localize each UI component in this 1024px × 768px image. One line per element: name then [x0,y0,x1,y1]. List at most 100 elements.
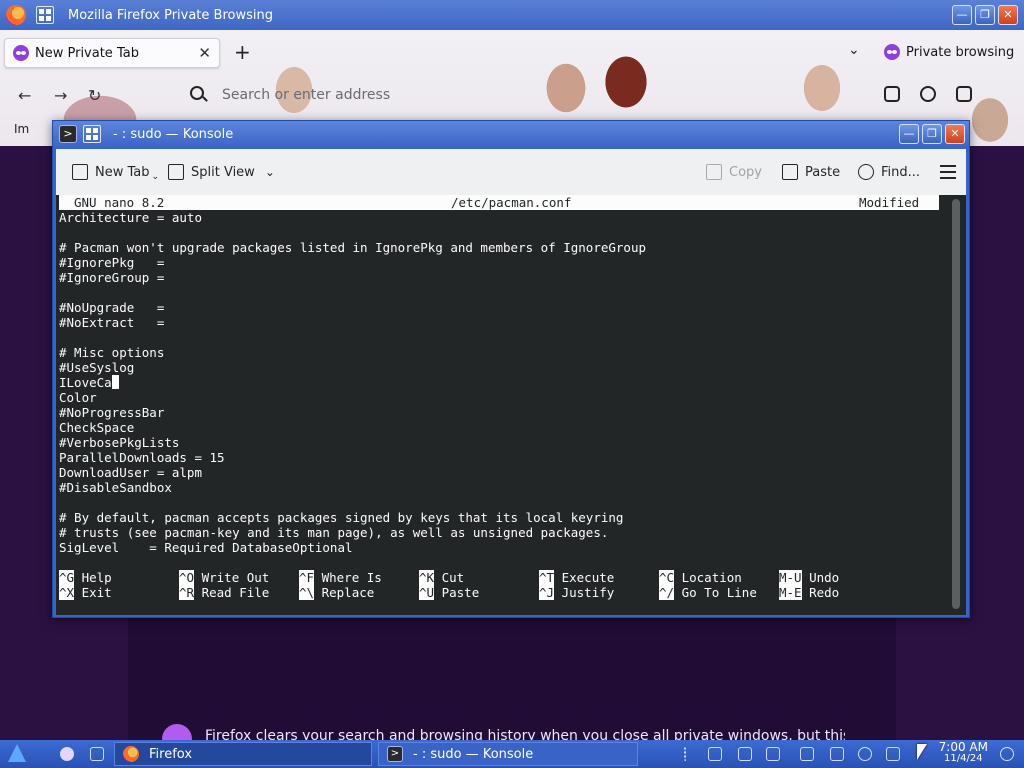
firefox-private-launcher-icon[interactable] [60,747,74,761]
maximize-button[interactable]: ❐ [922,124,942,144]
nano-shortcut: M-E Redo [779,585,839,600]
firefox-window-title: Mozilla Firefox Private Browsing [68,7,273,23]
terminal-scrollbar[interactable] [952,199,960,609]
nano-line: #VerbosePkgLists [59,435,180,450]
nano-shortcut-key: M-U [779,570,802,585]
konsole-window[interactable]: > - : sudo — Konsole — ❐ ✕ New Tab ⌄ Spl… [52,120,970,618]
window-menu-icon[interactable] [36,6,54,24]
tab-close-icon[interactable]: ✕ [198,44,211,62]
taskbar-task-label: Firefox [149,746,193,762]
maximize-button[interactable]: ❐ [975,5,995,25]
show-desktop-icon[interactable] [1000,747,1014,761]
nano-shortcut-label: Justify [561,585,615,600]
nano-line: Color [59,390,97,405]
updates-icon[interactable] [858,747,872,761]
firefox-titlebar[interactable]: Mozilla Firefox Private Browsing — ❐ ✕ [0,0,1024,30]
nano-line: #NoUpgrade = [59,300,165,315]
clock-time: 7:00 AM [938,740,988,754]
nano-version: GNU nano 8.2 [74,195,165,210]
private-browsing-indicator: Private browsing [884,44,1014,60]
nano-shortcut-label: Where Is [321,570,382,585]
close-button[interactable]: ✕ [998,5,1018,25]
nano-shortcut: ^T Execute [539,570,614,585]
reload-icon[interactable]: ↻ [88,86,101,105]
split-view-button[interactable]: Split View ⌄ [168,149,275,195]
nano-editor-buffer[interactable]: Architecture = auto # Pacman won't upgrad… [59,210,939,555]
account-icon[interactable] [920,86,936,102]
taskbar-task-label: - : sudo — Konsole [413,746,534,762]
paste-button[interactable]: Paste [782,149,840,195]
minimize-button[interactable]: — [952,5,972,25]
nano-shortcut-label: Write Out [201,570,270,585]
nano-shortcut-key: ^F [299,570,315,585]
volume-icon[interactable] [886,747,900,761]
copy-button[interactable]: Copy [706,149,762,195]
nano-line: Architecture = auto [59,210,202,225]
nano-line [59,330,939,345]
pocket-icon[interactable] [884,86,900,102]
nano-line: SigLevel = Required DatabaseOptional [59,540,353,555]
nano-shortcut-key: ^X [59,585,75,600]
nano-shortcut-key: ^U [419,585,435,600]
network-icon[interactable] [830,747,844,761]
tray-separator [684,747,688,761]
tab-label: New Private Tab [35,45,139,61]
nano-line: ILoveCa [59,375,939,390]
nano-shortcut-label: Go To Line [681,585,757,600]
url-bar-placeholder[interactable]: Search or enter address [222,87,390,103]
nano-line [59,225,939,240]
nano-shortcut: M-U Undo [779,570,839,585]
taskbar-task-firefox[interactable]: Firefox [114,742,372,766]
import-bookmarks-button[interactable]: Im [14,122,29,136]
tray-settings-icon[interactable] [708,747,722,761]
list-all-tabs-button[interactable]: ⌄ [848,42,860,58]
nano-shortcut: ^/ Go To Line [659,585,757,600]
chevron-down-icon[interactable]: ⌄ [265,165,275,179]
tab-new-private-tab[interactable]: New Private Tab ✕ [4,38,220,68]
new-tab-icon [72,164,88,180]
copy-label: Copy [729,164,762,180]
file-manager-launcher-icon[interactable] [90,747,104,761]
private-browsing-label: Private browsing [906,44,1015,60]
nano-line: # By default, pacman accepts packages si… [59,510,624,525]
clipboard-icon[interactable] [738,747,752,761]
nano-line: #DisableSandbox [59,480,172,495]
application-launcher-icon[interactable] [8,744,26,762]
nano-shortcut-label: Redo [809,585,840,600]
terminal-area[interactable]: GNU nano 8.2 /etc/pacman.conf Modified A… [56,195,966,615]
forward-icon[interactable]: → [54,86,67,105]
notifications-muted-icon[interactable] [766,747,780,761]
new-tab-button[interactable]: + [234,40,251,64]
back-icon[interactable]: ← [18,86,31,105]
nano-shortcut-key: ^/ [659,585,675,600]
clock[interactable]: 7:00 AM 11/4/24 [939,741,988,765]
nano-shortcut-key: ^T [539,570,555,585]
konsole-toolbar: New Tab ⌄ Split View ⌄ Copy Paste Find..… [56,149,966,195]
nano-shortcut-key: ^J [539,585,555,600]
minimize-button[interactable]: — [899,124,919,144]
find-button[interactable]: Find... [858,149,920,195]
hamburger-menu-icon[interactable] [940,165,956,179]
nano-shortcut-label: Help [81,570,112,585]
nano-line: # Misc options [59,345,165,360]
nano-shortcut: ^R Read File [179,585,269,600]
window-menu-icon[interactable] [83,125,101,143]
private-info-text: Firefox clears your search and browsing … [205,728,845,740]
konsole-titlebar[interactable]: > - : sudo — Konsole — ❐ ✕ [53,121,969,147]
new-tab-button[interactable]: New Tab ⌄ [72,149,159,195]
nano-shortcut-label: Execute [561,570,615,585]
brightness-icon[interactable] [800,747,814,761]
nano-shortcut-key: ^K [419,570,435,585]
nano-line: CheckSpace [59,420,135,435]
nano-line: #IgnoreGroup = [59,270,165,285]
taskbar-task-konsole[interactable]: > - : sudo — Konsole [378,742,638,766]
close-button[interactable]: ✕ [945,124,965,144]
nano-shortcut-label: Paste [441,585,480,600]
extensions-icon[interactable] [956,86,972,102]
